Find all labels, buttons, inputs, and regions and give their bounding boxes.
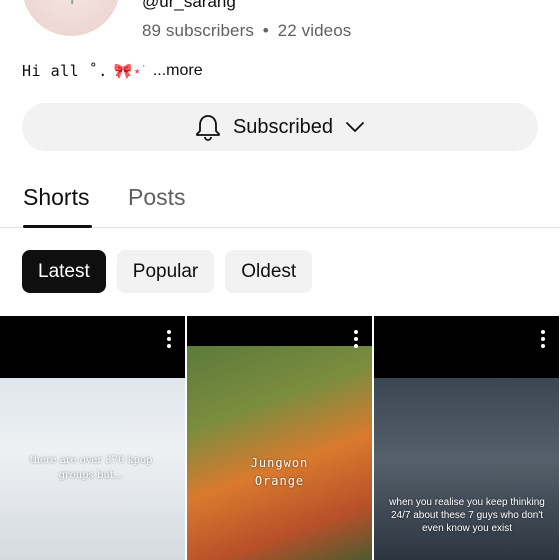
channel-description[interactable]: Hi all ˚. 🎀⋆˙ ...more <box>22 62 203 80</box>
subscribed-button[interactable]: Subscribed <box>22 103 538 151</box>
stats-separator: • <box>262 21 269 40</box>
thumbnail-caption: when you realise you keep thinking 24/7 … <box>389 497 545 534</box>
subscribed-label: Subscribed <box>232 115 334 138</box>
channel-stats: 89 subscribers • 22 videos <box>142 21 351 41</box>
more-options-icon[interactable] <box>541 330 545 348</box>
more-link[interactable]: ...more <box>153 62 203 80</box>
more-options-icon[interactable] <box>167 330 171 348</box>
tulip-illustration <box>52 0 90 5</box>
more-options-icon[interactable] <box>354 330 358 348</box>
chip-oldest[interactable]: Oldest <box>225 250 313 293</box>
channel-tabs: Shorts Posts <box>0 176 560 228</box>
bell-icon <box>196 115 220 141</box>
tab-posts[interactable]: Posts <box>128 184 186 211</box>
chip-popular[interactable]: Popular <box>116 250 215 293</box>
subscriber-count: 89 subscribers <box>142 21 254 40</box>
chip-latest[interactable]: Latest <box>22 250 106 293</box>
bio-text: Hi all ˚. <box>22 62 108 80</box>
thumbnail-caption: Jungwon Orange <box>250 456 309 488</box>
thumbnail-image <box>187 346 372 560</box>
short-thumbnail[interactable]: when you realise you keep thinking 24/7 … <box>374 316 559 560</box>
bio-emoji: 🎀⋆˙ <box>113 63 147 80</box>
channel-avatar[interactable] <box>22 0 120 36</box>
tab-shorts[interactable]: Shorts <box>23 184 89 211</box>
chevron-down-icon <box>346 122 364 132</box>
channel-handle: @ur_sarang <box>142 0 236 11</box>
active-tab-indicator <box>23 225 92 228</box>
short-thumbnail[interactable]: Jungwon Orange <box>187 316 372 560</box>
shorts-grid: there are over 370 kpop groups but... Ju… <box>0 316 560 560</box>
sort-chips: Latest Popular Oldest <box>22 250 313 293</box>
thumbnail-caption: there are over 370 kpop groups but... <box>29 455 153 481</box>
video-count: 22 videos <box>277 21 352 40</box>
short-thumbnail[interactable]: there are over 370 kpop groups but... <box>0 316 185 560</box>
